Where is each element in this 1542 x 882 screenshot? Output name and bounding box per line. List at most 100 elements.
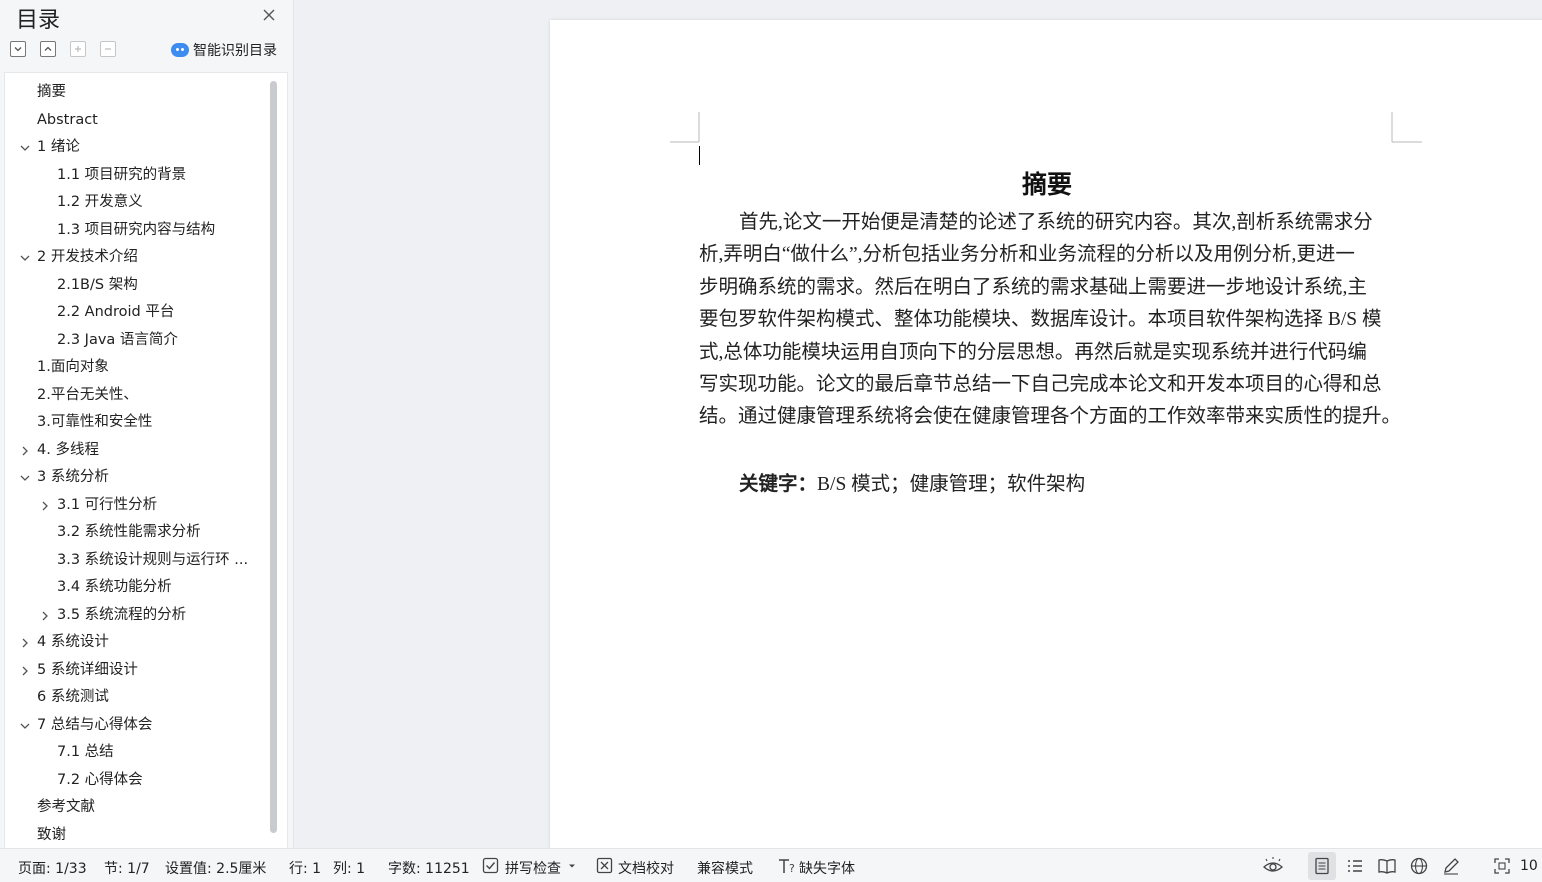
toc-item-label: 1 绪论 xyxy=(37,139,80,155)
toc-item[interactable]: 1.3 项目研究内容与结构 xyxy=(5,217,267,245)
toc-item[interactable]: 致谢 xyxy=(5,822,267,850)
toc-item[interactable]: 3.可靠性和安全性 xyxy=(5,409,267,437)
toc-item-label: 4 系统设计 xyxy=(37,634,109,650)
reading-mode-icon[interactable] xyxy=(1377,856,1397,876)
pen-icon[interactable] xyxy=(1441,856,1461,876)
column-indicator: 列: 1 xyxy=(333,861,366,877)
toc-panel: 摘要 Abstract 1 绪论 1.1 项目研究的背景 1.2 开发意义 1.3 项目研… xyxy=(4,72,288,848)
doc-proof-button[interactable]: 文档校对 xyxy=(618,858,674,878)
missing-font-icon[interactable]: ? xyxy=(777,856,797,876)
toc-item-label: 5 系统详细设计 xyxy=(37,661,138,678)
toc-item[interactable]: 2.平台无关性、 xyxy=(5,382,267,410)
add-heading-icon[interactable] xyxy=(70,41,86,57)
toc-item-label: 1.面向对象 xyxy=(37,359,109,375)
eye-protection-icon[interactable] xyxy=(1262,856,1284,876)
margin-corner-mark xyxy=(670,112,700,143)
toc-item[interactable]: 3 系统分析 xyxy=(5,464,267,492)
fit-page-icon[interactable] xyxy=(1492,856,1512,876)
toc-item[interactable]: 2 开发技术介绍 xyxy=(5,244,267,272)
toc-item-label: 6 系统测试 xyxy=(37,689,109,705)
chevron-right-icon[interactable] xyxy=(40,501,50,511)
toc-item-label: 2.3 Java 语言简介 xyxy=(57,331,178,348)
keywords-value: B/S 模式；健康管理；软件架构 xyxy=(817,474,1086,495)
toc-item-label: 2.平台无关性、 xyxy=(37,386,138,403)
toc-item-label: 1.3 项目研究内容与结构 xyxy=(57,221,216,238)
toc-item[interactable]: Abstract xyxy=(5,107,267,135)
doc-proof-icon[interactable] xyxy=(595,856,615,876)
keywords-label: 关键字： xyxy=(739,474,818,495)
chevron-down-icon[interactable] xyxy=(567,861,577,871)
smart-toc-button[interactable]: 智能识别目录 xyxy=(171,40,277,60)
close-icon[interactable] xyxy=(260,6,278,24)
toc-item-label: 3.3 系统设计规则与运行环 ... xyxy=(57,551,249,568)
paragraph-line: 结。通过健康管理系统将会使在健康管理各个方面的工作效率带来实质性的提升。 xyxy=(699,406,1402,428)
chevron-down-icon[interactable] xyxy=(20,721,30,731)
toc-item[interactable]: 3.5 系统流程的分析 xyxy=(5,602,267,630)
toc-item[interactable]: 1.1 项目研究的背景 xyxy=(5,162,267,190)
toc-item[interactable]: 2.2 Android 平台 xyxy=(5,299,267,327)
paragraph-line: 写实现功能。论文的最后章节总结一下自己完成本论文和开发本项目的心得和总 xyxy=(699,373,1382,395)
toc-item[interactable]: 3.3 系统设计规则与运行环 ... xyxy=(5,547,267,575)
toc-item[interactable]: 1.面向对象 xyxy=(5,354,267,382)
collapse-all-icon[interactable] xyxy=(40,41,56,57)
chevron-down-icon[interactable] xyxy=(20,473,30,483)
toc-item[interactable]: 3.2 系统性能需求分析 xyxy=(5,519,267,547)
chevron-right-icon[interactable] xyxy=(20,666,30,676)
toc-item-label: 2.2 Android 平台 xyxy=(57,304,175,320)
section-indicator[interactable]: 节: 1/7 xyxy=(104,858,150,878)
spell-check-icon[interactable] xyxy=(481,856,501,876)
paragraph-line: 步明确系统的需求。然后在明白了系统的需求基础上需要进一步地设计系统,主 xyxy=(699,276,1367,298)
compat-mode-label[interactable]: 兼容模式 xyxy=(697,858,753,878)
toc-item-label: Abstract xyxy=(37,111,98,128)
word-count[interactable]: 字数: 11251 xyxy=(388,858,470,878)
toc-list: 摘要 Abstract 1 绪论 1.1 项目研究的背景 1.2 开发意义 1.3 项目研… xyxy=(5,79,267,849)
toc-item[interactable]: 7 总结与心得体会 xyxy=(5,712,267,740)
abstract-paragraph: 首先,论文一开始便是清楚的论述了系统的研究内容。其次,剖析系统需求分 析,弄明白… xyxy=(699,207,1409,434)
toc-item[interactable]: 7.1 总结 xyxy=(5,739,267,767)
toc-scrollbar[interactable] xyxy=(270,81,277,833)
toc-item[interactable]: 4. 多线程 xyxy=(5,437,267,465)
outline-view-icon[interactable] xyxy=(1345,856,1365,876)
toc-item[interactable]: 4 系统设计 xyxy=(5,629,267,657)
chevron-right-icon[interactable] xyxy=(20,446,30,456)
toc-item[interactable]: 参考文献 xyxy=(5,794,267,822)
paragraph-line: 式,总体功能模块运用自顶向下的分层思想。再然后就是实现系统并进行代码编 xyxy=(699,341,1367,363)
chevron-down-icon[interactable] xyxy=(20,253,30,263)
ai-assistant-icon xyxy=(171,43,189,57)
toc-item[interactable]: 5 系统详细设计 xyxy=(5,657,267,685)
setting-value[interactable]: 设置值: 2.5厘米 xyxy=(165,858,266,878)
toc-item-label: 1.2 开发意义 xyxy=(57,194,143,210)
page-view-icon xyxy=(1315,857,1329,875)
toc-item[interactable]: 7.2 心得体会 xyxy=(5,767,267,795)
toc-item[interactable]: 3.4 系统功能分析 xyxy=(5,574,267,602)
toc-title: 目录 xyxy=(16,8,61,33)
chevron-down-icon[interactable] xyxy=(20,143,30,153)
expand-all-icon[interactable] xyxy=(10,41,26,57)
web-view-icon[interactable] xyxy=(1409,856,1429,876)
remove-heading-icon[interactable] xyxy=(100,41,116,57)
toc-item-label: 2.1B/S 架构 xyxy=(57,276,138,293)
page-indicator[interactable]: 页面: 1/33 xyxy=(18,858,87,878)
toc-item[interactable]: 3.1 可行性分析 xyxy=(5,492,267,520)
toc-item-label: 7.2 心得体会 xyxy=(57,771,143,788)
toc-item[interactable]: 2.1B/S 架构 xyxy=(5,272,267,300)
svg-text:?: ? xyxy=(789,862,795,875)
chevron-right-icon[interactable] xyxy=(40,611,50,621)
toc-item-label: 2 开发技术介绍 xyxy=(37,249,138,265)
toc-item-label: 3.5 系统流程的分析 xyxy=(57,606,187,623)
document-area: 摘要 首先,论文一开始便是清楚的论述了系统的研究内容。其次,剖析系统需求分 析,… xyxy=(295,0,1542,850)
page-view-button[interactable] xyxy=(1308,852,1336,880)
toc-item[interactable]: 2.3 Java 语言简介 xyxy=(5,327,267,355)
toc-item[interactable]: 6 系统测试 xyxy=(5,684,267,712)
toc-item[interactable]: 1.2 开发意义 xyxy=(5,189,267,217)
chevron-right-icon[interactable] xyxy=(20,638,30,648)
toc-item-label: 3 系统分析 xyxy=(37,469,109,485)
missing-fonts-button[interactable]: 缺失字体 xyxy=(799,858,855,878)
toc-item[interactable]: 摘要 xyxy=(5,79,267,107)
document-page[interactable]: 摘要 首先,论文一开始便是清楚的论述了系统的研究内容。其次,剖析系统需求分 析,… xyxy=(550,20,1542,850)
zoom-level[interactable]: 10 xyxy=(1520,858,1538,874)
text-cursor xyxy=(699,146,700,165)
toc-item-label: 参考文献 xyxy=(37,799,95,815)
spell-check-button[interactable]: 拼写检查 xyxy=(505,858,561,878)
toc-item[interactable]: 1 绪论 xyxy=(5,134,267,162)
